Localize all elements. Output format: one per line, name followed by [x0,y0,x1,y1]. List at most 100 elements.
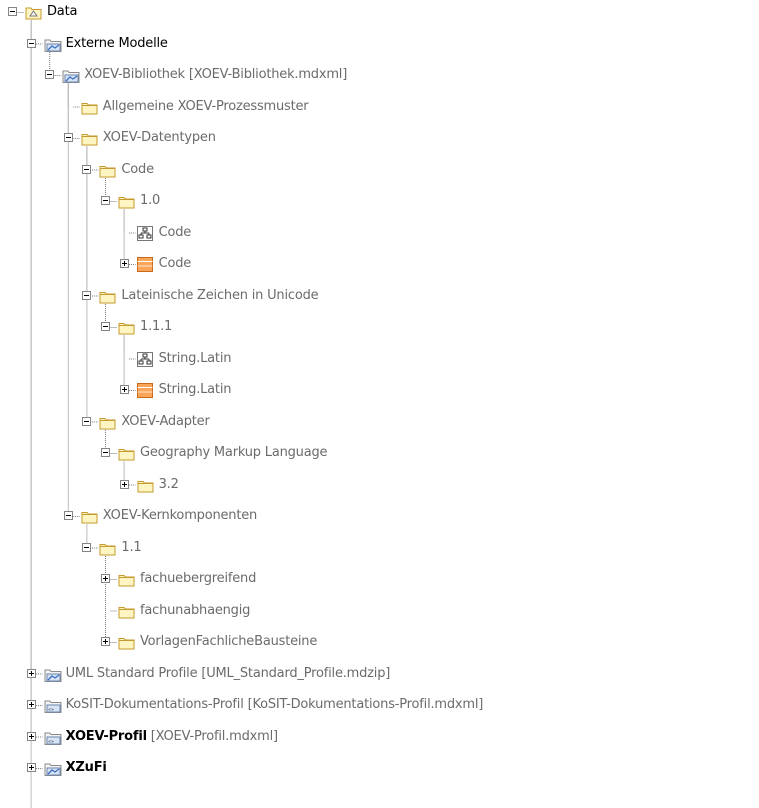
tree-node-name: UML Standard Profile [UML_Standard_Profi… [65,665,391,681]
collapse-toggle-icon[interactable] [101,448,110,457]
folder-icon [81,509,98,524]
tree-node[interactable]: 1.0 [0,189,759,215]
containment-tree: Data Externe Modelle XOEV-Bibliothek [XOEV… [0,0,759,808]
folder-icon [137,478,154,493]
tree-node[interactable]: «» XOEV-Profil [XOEV-Profil.mdxml] [0,725,759,751]
tree-node-label[interactable]: XZuFi [66,760,107,776]
tree-node-label[interactable]: String.Latin [159,351,232,367]
tree-node[interactable]: Code [0,252,759,278]
tree-node[interactable]: XZuFi [0,756,759,782]
model-package-icon [44,37,62,52]
tree-node-label[interactable]: Externe Modelle [66,36,168,52]
expand-toggle-icon[interactable] [101,637,110,646]
tree-node-name: fachuebergreifend [140,571,257,586]
tree-node-label[interactable]: VorlagenFachlicheBausteine [140,634,317,650]
tree-node-label[interactable]: fachunabhaengig [140,603,250,619]
tree-node[interactable]: Allgemeine XOEV-Prozessmuster [0,95,759,121]
expand-toggle-icon[interactable] [119,385,129,394]
folder-icon [118,446,135,461]
tree-node[interactable]: Code [0,221,759,247]
tree-node-label[interactable]: Code [121,162,154,178]
folder-icon [99,415,116,430]
enumeration-icon [136,383,154,398]
tree-node-name: Externe Modelle [65,35,168,51]
tree-node-name: String.Latin [158,350,232,366]
tree-node[interactable]: 1.1 [0,536,759,562]
tree-node-name: XOEV-Bibliothek [XOEV-Bibliothek.mdxml] [84,67,348,82]
tree-node-name: XOEV-Datentypen [102,130,216,145]
expand-toggle-icon[interactable] [26,668,36,678]
tree-node-label[interactable]: Allgemeine XOEV-Prozessmuster [103,99,309,115]
expand-toggle-icon[interactable] [26,763,36,772]
tree-node[interactable]: Geography Markup Language [0,441,759,467]
tree-node[interactable]: 3.2 [0,473,759,499]
collapse-toggle-icon[interactable] [82,290,92,300]
expand-toggle-icon[interactable] [101,574,110,583]
tree-node[interactable]: String.Latin [0,378,759,404]
folder-icon [118,572,135,587]
tree-node-label[interactable]: Code [158,256,192,272]
collapse-toggle-icon[interactable] [82,164,92,174]
tree-node-label[interactable]: XOEV-Kernkomponenten [103,508,257,524]
tree-node[interactable]: 1.1.1 [0,315,759,341]
tree-node-file: [XOEV-Profil.mdxml] [146,728,278,744]
tree-node-label[interactable]: Code [158,224,192,241]
tree-node-name: 3.2 [158,476,179,492]
collapse-toggle-icon[interactable] [82,542,92,552]
tree-node-name: 1.1 [121,539,142,555]
tree-node-label[interactable]: 1.1 [121,540,141,556]
collapse-toggle-icon[interactable] [45,70,55,79]
tree-node[interactable]: XOEV-Kernkomponenten [0,504,759,530]
tree-node-label[interactable]: XOEV-Datentypen [103,130,216,146]
tree-node-label[interactable]: fachuebergreifend [140,571,256,587]
tree-node-label[interactable]: 1.1.1 [140,319,172,335]
tree-node[interactable]: XOEV-Bibliothek [XOEV-Bibliothek.mdxml] [0,63,759,89]
profile-package-icon: «» [44,698,62,713]
tree-node-label[interactable]: XOEV-Adapter [121,414,209,430]
expand-toggle-icon[interactable] [119,479,129,489]
tree-node-label[interactable]: UML Standard Profile [UML_Standard_Profi… [66,666,391,682]
tree-node-name: Code [158,224,192,240]
tree-node-label[interactable]: 1.0 [140,193,160,209]
collapse-toggle-icon[interactable] [26,38,36,48]
diagram-icon [136,351,154,367]
tree-node[interactable]: fachuebergreifend [0,567,759,593]
tree-node[interactable]: VorlagenFachlicheBausteine [0,630,759,656]
tree-node[interactable]: Lateinische Zeichen in Unicode [0,284,759,310]
collapse-toggle-icon[interactable] [63,133,73,142]
tree-node-label[interactable]: 3.2 [159,477,179,493]
tree-node[interactable]: Externe Modelle [0,32,759,58]
tree-node[interactable]: String.Latin [0,347,759,373]
folder-icon [99,541,116,556]
tree-node[interactable]: XOEV-Datentypen [0,126,759,152]
expand-toggle-icon[interactable] [119,259,129,268]
tree-node-label[interactable]: Lateinische Zeichen in Unicode [121,288,318,304]
tree-node[interactable]: UML Standard Profile [UML_Standard_Profi… [0,662,759,688]
tree-node-label[interactable]: KoSIT-Dokumentations-Profil [KoSIT-Dokum… [66,697,484,713]
svg-text:«»: «» [48,739,54,745]
tree-node-name: Geography Markup Language [140,445,328,460]
collapse-toggle-icon[interactable] [8,7,17,16]
tree-node-label[interactable]: XOEV-Profil [XOEV-Profil.mdxml] [66,728,279,745]
collapse-toggle-icon[interactable] [101,322,110,331]
package-icon [25,5,42,20]
tree-node[interactable]: fachunabhaengig [0,599,759,625]
model-package-icon [44,761,62,776]
collapse-toggle-icon[interactable] [101,196,110,205]
collapse-toggle-icon[interactable] [82,416,92,426]
tree-node-name: Code [158,256,192,271]
model-package-icon [44,667,62,682]
tree-node[interactable]: Data [0,0,759,26]
expand-toggle-icon[interactable] [26,731,36,741]
tree-node-label[interactable]: String.Latin [159,382,232,398]
tree-node[interactable]: «» KoSIT-Dokumentations-Profil [KoSIT-Dok… [0,693,759,719]
tree-node-label[interactable]: XOEV-Bibliothek [XOEV-Bibliothek.mdxml] [84,67,347,83]
tree-node[interactable]: XOEV-Adapter [0,410,759,436]
expand-toggle-icon[interactable] [26,700,36,709]
tree-node[interactable]: Code [0,158,759,184]
tree-node-label[interactable]: Data [47,4,77,20]
folder-icon [118,635,135,650]
collapse-toggle-icon[interactable] [63,511,73,520]
tree-node-label[interactable]: Geography Markup Language [140,445,328,461]
tree-node-name: Lateinische Zeichen in Unicode [121,287,319,303]
